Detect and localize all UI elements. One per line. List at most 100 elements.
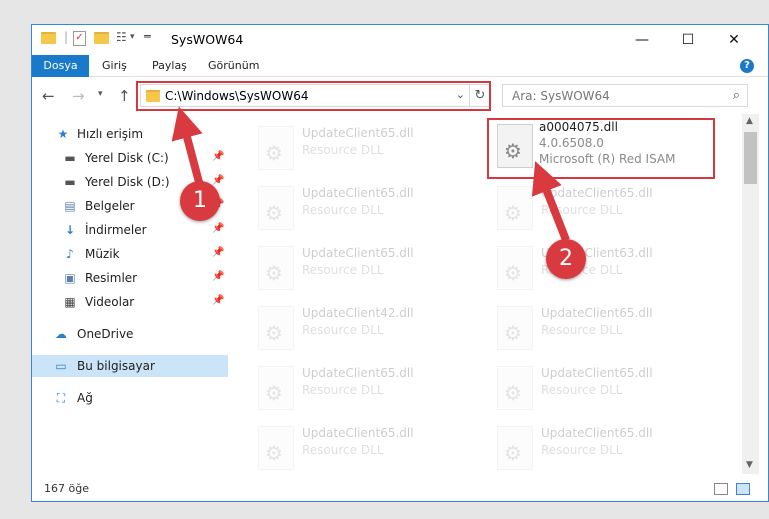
documents-icon: ▤ bbox=[64, 199, 76, 213]
music-icon: ♪ bbox=[66, 247, 74, 261]
pin-icon[interactable]: 📌 bbox=[212, 271, 224, 282]
up-arrow-icon[interactable]: ↑ bbox=[118, 87, 131, 105]
list-item[interactable]: ⚙ UpdateClient65.dll Resource DLL bbox=[467, 422, 697, 474]
pin-icon[interactable]: 📌 bbox=[212, 151, 224, 162]
file-highlight bbox=[487, 118, 715, 179]
search-box[interactable]: Ara: SysWOW64 ⌕ bbox=[502, 84, 748, 107]
pin-icon[interactable]: 📌 bbox=[212, 295, 224, 306]
title-bar: | ✓ ☷ ▾ ═ SysWOW64 — ☐ ✕ bbox=[32, 25, 768, 55]
sidebar-item-label: Resimler bbox=[85, 271, 138, 285]
close-button[interactable]: ✕ bbox=[711, 25, 757, 55]
dll-file-icon: ⚙ bbox=[497, 186, 533, 230]
list-item[interactable]: ⚙ UpdateClient65.dll Resource DLL bbox=[467, 302, 697, 358]
gear-icon: ⚙ bbox=[265, 141, 283, 165]
list-item[interactable]: ⚙ UpdateClient65.dll Resource DLL bbox=[228, 182, 458, 238]
dll-file-icon: ⚙ bbox=[497, 306, 533, 350]
search-icon[interactable]: ⌕ bbox=[733, 88, 740, 103]
separator: | bbox=[64, 30, 69, 44]
gear-icon: ⚙ bbox=[265, 381, 283, 405]
gear-icon: ⚙ bbox=[504, 201, 522, 225]
forward-arrow-icon[interactable]: → bbox=[72, 87, 85, 105]
pin-icon[interactable]: 📌 bbox=[212, 247, 224, 258]
tab-share[interactable]: Paylaş bbox=[142, 55, 197, 77]
help-icon[interactable]: ? bbox=[740, 59, 754, 73]
star-icon: ★ bbox=[57, 127, 69, 141]
file-description: Resource DLL bbox=[302, 323, 384, 337]
file-name: UpdateClient65.dll bbox=[302, 426, 414, 440]
tab-file[interactable]: Dosya bbox=[32, 55, 89, 77]
list-item[interactable]: ⚙ UpdateClient65.dll Resource DLL bbox=[228, 422, 458, 474]
gear-icon: ⚙ bbox=[265, 261, 283, 285]
pin-icon[interactable]: 📌 bbox=[212, 175, 224, 186]
window-title: SysWOW64 bbox=[171, 32, 244, 47]
tab-home[interactable]: Giriş bbox=[92, 55, 137, 77]
file-name: UpdateClient65.dll bbox=[302, 126, 414, 140]
folder-icon bbox=[41, 32, 56, 44]
dll-file-icon: ⚙ bbox=[258, 126, 294, 170]
gear-icon: ⚙ bbox=[504, 381, 522, 405]
item-count: 167 öğe bbox=[44, 482, 89, 495]
sidebar-item-label: İndirmeler bbox=[85, 223, 147, 237]
customize-toolbar-icon[interactable]: ☷ bbox=[116, 30, 127, 44]
new-folder-icon[interactable] bbox=[94, 32, 109, 44]
cloud-icon: ☁ bbox=[55, 327, 67, 341]
sidebar-item-music[interactable]: ♪ Müzik 📌 bbox=[32, 243, 228, 265]
sidebar-item-label: Yerel Disk (C:) bbox=[85, 151, 169, 165]
navigation-pane: ★ Hızlı erişim ▬ Yerel Disk (C:) 📌 ▬ Yer… bbox=[32, 114, 228, 474]
sidebar-item-label: Hızlı erişim bbox=[77, 127, 144, 141]
pin-icon[interactable]: 📌 bbox=[212, 223, 224, 234]
list-item[interactable]: ⚙ UpdateClient65.dll Resource DLL bbox=[228, 362, 458, 418]
vertical-scrollbar[interactable]: ▲ ▼ bbox=[742, 114, 759, 474]
gear-icon: ⚙ bbox=[504, 441, 522, 465]
sidebar-item-network[interactable]: ⛶ Ağ bbox=[32, 387, 228, 409]
file-name: UpdateClient42.dll bbox=[302, 306, 414, 320]
large-icons-view-icon[interactable] bbox=[736, 483, 750, 495]
file-name: UpdateClient65.dll bbox=[302, 366, 414, 380]
sidebar-item-label: Bu bilgisayar bbox=[77, 359, 155, 373]
sidebar-item-downloads[interactable]: ↓ İndirmeler 📌 bbox=[32, 219, 228, 241]
file-description: Resource DLL bbox=[302, 383, 384, 397]
scroll-up-icon[interactable]: ▲ bbox=[746, 116, 753, 126]
file-description: Resource DLL bbox=[541, 203, 623, 217]
ribbon-tabs: Dosya Giriş Paylaş Görünüm ? bbox=[32, 55, 768, 77]
tab-view[interactable]: Görünüm bbox=[198, 55, 269, 77]
list-item[interactable]: ⚙ UpdateClient65.dll Resource DLL bbox=[467, 182, 697, 238]
dll-file-icon: ⚙ bbox=[497, 366, 533, 410]
dll-file-icon: ⚙ bbox=[258, 426, 294, 470]
properties-icon[interactable]: ✓ bbox=[73, 31, 86, 46]
gear-icon: ⚙ bbox=[265, 321, 283, 345]
scroll-down-icon[interactable]: ▼ bbox=[746, 460, 753, 470]
back-arrow-icon[interactable]: ← bbox=[42, 87, 55, 105]
dll-file-icon: ⚙ bbox=[258, 306, 294, 350]
chevron-down-icon[interactable]: ▾ bbox=[130, 32, 135, 42]
file-description: Resource DLL bbox=[302, 143, 384, 157]
sidebar-item-local-disk-c[interactable]: ▬ Yerel Disk (C:) 📌 bbox=[32, 147, 228, 169]
scroll-thumb[interactable] bbox=[744, 132, 757, 184]
list-item[interactable]: ⚙ UpdateClient65.dll Resource DLL bbox=[467, 362, 697, 418]
network-icon: ⛶ bbox=[56, 391, 66, 405]
sidebar-item-label: Videolar bbox=[85, 295, 135, 309]
file-name: UpdateClient65.dll bbox=[541, 426, 653, 440]
sidebar-item-videos[interactable]: ▦ Videolar 📌 bbox=[32, 291, 228, 313]
recent-locations-chevron-icon[interactable]: ▾ bbox=[98, 89, 103, 99]
maximize-button[interactable]: ☐ bbox=[665, 25, 711, 55]
search-input[interactable]: Ara: SysWOW64 bbox=[512, 89, 610, 103]
file-name: UpdateClient65.dll bbox=[302, 246, 414, 260]
details-view-icon[interactable] bbox=[714, 483, 728, 495]
list-item[interactable]: ⚙ UpdateClient65.dll Resource DLL bbox=[228, 122, 458, 178]
sidebar-item-onedrive[interactable]: ☁ OneDrive bbox=[32, 323, 228, 345]
quick-access-toolbar-dropdown-icon[interactable]: ═ bbox=[144, 30, 151, 43]
minimize-button[interactable]: — bbox=[619, 25, 665, 55]
drive-icon: ▬ bbox=[64, 151, 76, 165]
list-item[interactable]: ⚙ UpdateClient65.dll Resource DLL bbox=[228, 242, 458, 298]
download-icon: ↓ bbox=[64, 223, 76, 237]
sidebar-item-quick-access[interactable]: ★ Hızlı erişim bbox=[32, 123, 228, 145]
status-bar: 167 öğe bbox=[32, 477, 768, 501]
step-1-badge: 1 bbox=[180, 181, 220, 221]
list-item[interactable]: ⚙ UpdateClient42.dll Resource DLL bbox=[228, 302, 458, 358]
sidebar-item-this-pc[interactable]: ▭ Bu bilgisayar bbox=[32, 355, 228, 377]
gear-icon: ⚙ bbox=[504, 321, 522, 345]
gear-icon: ⚙ bbox=[265, 201, 283, 225]
sidebar-item-pictures[interactable]: ▣ Resimler 📌 bbox=[32, 267, 228, 289]
dll-file-icon: ⚙ bbox=[258, 186, 294, 230]
